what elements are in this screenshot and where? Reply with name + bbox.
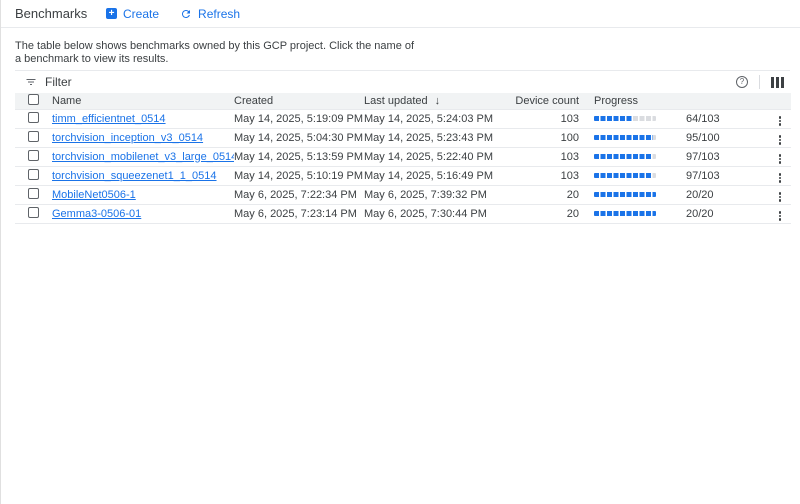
row-menu-icon[interactable]: [769, 152, 791, 166]
page-description: The table below shows benchmarks owned b…: [1, 28, 800, 66]
table-row: Gemma3-0506-01 May 6, 2025, 7:23:14 PM M…: [15, 204, 791, 223]
col-header-last-updated[interactable]: Last updated↓: [364, 93, 501, 109]
table-row: torchvision_inception_v3_0514 May 14, 20…: [15, 128, 791, 147]
benchmark-name-link[interactable]: torchvision_squeezenet1_1_0514: [52, 170, 217, 182]
progress-cell: 97/103: [579, 151, 769, 163]
benchmark-name-link[interactable]: MobileNet0506-1: [52, 189, 136, 201]
filter-button-label: Filter: [45, 75, 72, 89]
progress-bar: [594, 173, 656, 178]
last-updated-cell: May 14, 2025, 5:23:43 PM: [364, 128, 501, 147]
create-button-label: Create: [123, 7, 159, 21]
benchmark-name-link[interactable]: timm_efficientnet_0514: [52, 113, 166, 125]
refresh-icon: [180, 8, 192, 20]
row-menu-icon[interactable]: [769, 133, 791, 147]
top-bar: Benchmarks + Create Refresh: [1, 0, 800, 28]
last-updated-cell: May 6, 2025, 7:39:32 PM: [364, 185, 501, 204]
table-row: torchvision_mobilenet_v3_large_0514 May …: [15, 147, 791, 166]
benchmarks-table-card: Filter ? Name Created Last updated↓ Devi…: [15, 70, 790, 224]
progress-cell: 97/103: [579, 170, 769, 182]
progress-bar: [594, 211, 656, 216]
progress-bar: [594, 116, 656, 121]
benchmark-name-link[interactable]: torchvision_mobilenet_v3_large_0514: [52, 151, 234, 163]
row-checkbox[interactable]: [28, 150, 39, 161]
device-count-cell: 103: [501, 109, 579, 128]
last-updated-cell: May 6, 2025, 7:30:44 PM: [364, 204, 501, 223]
created-cell: May 14, 2025, 5:04:30 PM: [234, 128, 364, 147]
col-header-menu: [769, 93, 791, 109]
plus-icon: +: [106, 8, 117, 19]
row-checkbox[interactable]: [28, 112, 39, 123]
filter-icon: [25, 76, 37, 88]
progress-bar: [594, 192, 656, 197]
progress-bar: [594, 154, 656, 159]
created-cell: May 14, 2025, 5:19:09 PM: [234, 109, 364, 128]
device-count-cell: 103: [501, 147, 579, 166]
row-checkbox[interactable]: [28, 169, 39, 180]
device-count-cell: 20: [501, 204, 579, 223]
last-updated-cell: May 14, 2025, 5:16:49 PM: [364, 166, 501, 185]
row-checkbox[interactable]: [28, 188, 39, 199]
last-updated-cell: May 14, 2025, 5:22:40 PM: [364, 147, 501, 166]
toolbar-right-group: ?: [736, 75, 784, 89]
help-icon[interactable]: ?: [736, 76, 748, 88]
created-cell: May 14, 2025, 5:13:59 PM: [234, 147, 364, 166]
row-menu-icon[interactable]: [769, 190, 791, 204]
col-header-name[interactable]: Name: [52, 93, 234, 109]
refresh-button[interactable]: Refresh: [180, 7, 240, 21]
refresh-button-label: Refresh: [198, 7, 240, 21]
progress-fraction: 64/103: [686, 113, 720, 125]
progress-fraction: 97/103: [686, 151, 720, 163]
filter-button[interactable]: Filter: [25, 75, 72, 89]
row-menu-icon[interactable]: [769, 209, 791, 223]
sort-desc-icon[interactable]: ↓: [435, 95, 441, 107]
col-header-progress[interactable]: Progress: [579, 93, 769, 109]
progress-cell: 95/100: [579, 132, 769, 144]
row-menu-icon[interactable]: [769, 171, 791, 185]
benchmark-name-link[interactable]: Gemma3-0506-01: [52, 208, 141, 220]
table-row: MobileNet0506-1 May 6, 2025, 7:22:34 PM …: [15, 185, 791, 204]
progress-fraction: 20/20: [686, 189, 714, 201]
row-menu-icon[interactable]: [769, 114, 791, 128]
created-cell: May 6, 2025, 7:22:34 PM: [234, 185, 364, 204]
table-header-row: Name Created Last updated↓ Device count …: [15, 93, 791, 109]
column-display-icon[interactable]: [771, 77, 784, 88]
create-button[interactable]: + Create: [106, 7, 159, 21]
device-count-cell: 20: [501, 185, 579, 204]
created-cell: May 6, 2025, 7:23:14 PM: [234, 204, 364, 223]
progress-cell: 64/103: [579, 113, 769, 125]
col-header-created[interactable]: Created: [234, 93, 364, 109]
toolbar-divider: [759, 75, 760, 89]
select-all-checkbox[interactable]: [28, 94, 39, 105]
page-title: Benchmarks: [15, 6, 106, 21]
created-cell: May 14, 2025, 5:10:19 PM: [234, 166, 364, 185]
row-checkbox[interactable]: [28, 207, 39, 218]
benchmark-name-link[interactable]: torchvision_inception_v3_0514: [52, 132, 203, 144]
device-count-cell: 103: [501, 166, 579, 185]
table-row: torchvision_squeezenet1_1_0514 May 14, 2…: [15, 166, 791, 185]
table-row: timm_efficientnet_0514 May 14, 2025, 5:1…: [15, 109, 791, 128]
benchmarks-page: Benchmarks + Create Refresh The table be…: [0, 0, 800, 504]
table-toolbar: Filter ?: [15, 71, 790, 93]
progress-fraction: 95/100: [686, 132, 720, 144]
col-header-device-count[interactable]: Device count: [501, 93, 579, 109]
progress-fraction: 20/20: [686, 208, 714, 220]
benchmarks-table: Name Created Last updated↓ Device count …: [15, 93, 791, 224]
progress-cell: 20/20: [579, 189, 769, 201]
description-line-1: The table below shows benchmarks owned b…: [15, 40, 786, 53]
progress-fraction: 97/103: [686, 170, 720, 182]
row-checkbox[interactable]: [28, 131, 39, 142]
last-updated-cell: May 14, 2025, 5:24:03 PM: [364, 109, 501, 128]
description-line-2: a benchmark to view its results.: [15, 53, 786, 66]
progress-bar: [594, 135, 656, 140]
device-count-cell: 100: [501, 128, 579, 147]
progress-cell: 20/20: [579, 208, 769, 220]
